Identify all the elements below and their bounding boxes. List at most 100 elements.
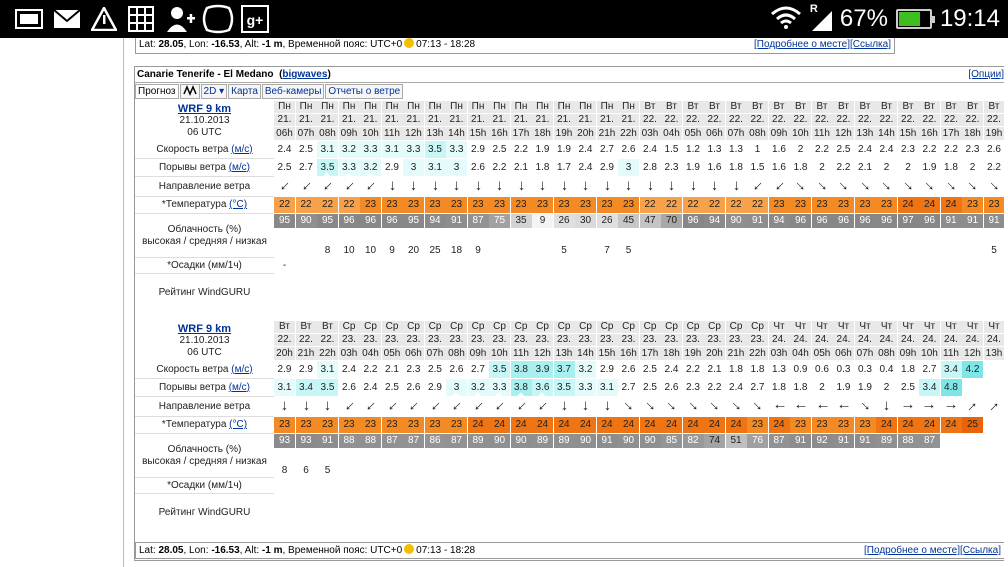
- battery-icon: [895, 9, 935, 29]
- label-text: Скорость ветра: [156, 143, 229, 155]
- cell-wind: 1.9: [532, 141, 553, 158]
- spot-link-bottom[interactable]: [Ссылка]: [960, 545, 1001, 556]
- tab-2d[interactable]: 2D ▾: [200, 84, 228, 99]
- cell-days: Вт: [747, 101, 768, 113]
- cell-hours: 11h: [940, 347, 962, 360]
- cell-hours: 20h: [575, 127, 596, 140]
- cell-cloud: 26: [553, 214, 575, 228]
- cell-cloud: 9: [532, 214, 553, 228]
- tab-graph[interactable]: [179, 84, 200, 99]
- spot-details-link[interactable]: [Подробнее о месте]: [754, 39, 850, 50]
- cell-cloud: 87: [446, 434, 467, 448]
- cell-days: Ср: [618, 321, 639, 333]
- cell-temp: 23: [403, 197, 424, 213]
- cell-hours: 21h: [725, 347, 747, 360]
- model-link[interactable]: WRF 9 km: [135, 323, 274, 335]
- cell-gust: 1.9: [833, 379, 854, 396]
- unit-link[interactable]: (°C): [229, 199, 247, 210]
- cell-days: Вт: [295, 321, 317, 333]
- tab-forecast[interactable]: Прогноз: [135, 84, 179, 99]
- cell-wind: 1.3: [725, 141, 747, 158]
- cell-dates: 22.: [682, 114, 704, 126]
- cell-dates: 24.: [833, 334, 854, 346]
- cell-cloud: 91: [983, 214, 1005, 228]
- cell-dates: 22.: [768, 114, 790, 126]
- cell-low: [833, 244, 854, 257]
- label-text: Скорость ветра: [156, 363, 229, 375]
- cell-temp: 24: [919, 417, 940, 433]
- cell-low: 7: [596, 244, 618, 257]
- cell-hours: 13h: [854, 127, 876, 140]
- cell-precip: [317, 478, 338, 493]
- bigwaves-link[interactable]: bigwaves: [282, 69, 327, 80]
- tab-webcams[interactable]: Веб-камеры: [261, 84, 325, 99]
- cell-cloud: 26: [596, 214, 618, 228]
- options-link[interactable]: [Опции]: [968, 67, 1004, 82]
- wind-arrow-icon: ↑: [510, 177, 532, 196]
- cell-precip: [790, 258, 811, 273]
- unit-link[interactable]: (м/с): [229, 382, 250, 393]
- cell-temp: 23: [446, 417, 467, 433]
- cell-temp: 23: [876, 197, 897, 213]
- cell-precip: [725, 258, 747, 273]
- mail-icon: [52, 5, 82, 33]
- cell-temp: 23: [360, 197, 381, 213]
- cell-hours: 13h: [553, 347, 575, 360]
- unit-link[interactable]: (м/с): [231, 144, 252, 155]
- cell-dates: 23.: [618, 334, 639, 346]
- model-link[interactable]: WRF 9 km: [135, 103, 274, 115]
- cell-temp: 24: [510, 417, 532, 433]
- rating-label: Рейтинг WindGURU: [135, 274, 274, 312]
- cell-days: Пн: [360, 101, 381, 113]
- spot-link[interactable]: [Ссылка]: [850, 39, 891, 50]
- cell-hours: 12h: [962, 347, 983, 360]
- scrollbar[interactable]: [1004, 38, 1008, 567]
- cell-low: [489, 244, 510, 257]
- cell-days: Ср: [575, 321, 596, 333]
- clock: 19:14: [939, 5, 1000, 32]
- cell-hours: 03h: [639, 127, 661, 140]
- cell-precip: [338, 478, 360, 493]
- unit-link[interactable]: (м/с): [231, 364, 252, 375]
- wind-direction-label-text: Направление ветра: [135, 401, 274, 413]
- cell-days: Ср: [725, 321, 747, 333]
- cell-days: Вт: [983, 101, 1005, 113]
- unit-link[interactable]: (м/с): [229, 162, 250, 173]
- cell-gust: 3.1: [424, 159, 446, 176]
- wifi-icon: [770, 5, 802, 34]
- location-info-bottom: Lat: 28.05, Lon: -16.53, Alt: -1 m, Врем…: [135, 542, 1005, 559]
- cell-low: [940, 464, 962, 477]
- cell-wind: 3.7: [553, 361, 575, 378]
- cell-cloud: 85: [661, 434, 682, 448]
- cell-hours: 12h: [833, 127, 854, 140]
- wind-gust-label: Порывы ветра (м/с): [135, 379, 274, 397]
- cell-precip: -: [274, 258, 295, 273]
- cell-days: Ср: [338, 321, 360, 333]
- cell-low: [854, 244, 876, 257]
- cell-cloud: 87: [768, 434, 790, 448]
- cell-temp: 23: [360, 417, 381, 433]
- cell-low: [274, 244, 295, 257]
- cell-wind: 2.9: [467, 141, 489, 158]
- cell-temp: 23: [983, 197, 1005, 213]
- tab-map[interactable]: Карта: [228, 84, 261, 99]
- tab-reports[interactable]: Отчеты о ветре: [325, 84, 404, 99]
- cell-temp: [983, 417, 1005, 433]
- cell-days: Ср: [553, 321, 575, 333]
- cell-cloud: 35: [510, 214, 532, 228]
- cell-precip: [424, 258, 446, 273]
- cell-hours: 06h: [274, 127, 295, 140]
- cell-low: 25: [424, 244, 446, 257]
- cell-days: Ср: [446, 321, 467, 333]
- cell-precip: [596, 258, 618, 273]
- cell-dates: 21.: [446, 114, 467, 126]
- spot-details-link-bottom[interactable]: [Подробнее о месте]: [864, 545, 960, 556]
- cell-hours: 14h: [876, 127, 897, 140]
- cell-temp: 22: [338, 197, 360, 213]
- unit-link[interactable]: (°C): [229, 419, 247, 430]
- cell-days: Вт: [919, 101, 940, 113]
- cloud-label-line2: высокая / средняя / низкая: [142, 455, 267, 467]
- cell-cloud: 89: [467, 434, 489, 448]
- cell-temp: 23: [790, 417, 811, 433]
- cell-low: [661, 464, 682, 477]
